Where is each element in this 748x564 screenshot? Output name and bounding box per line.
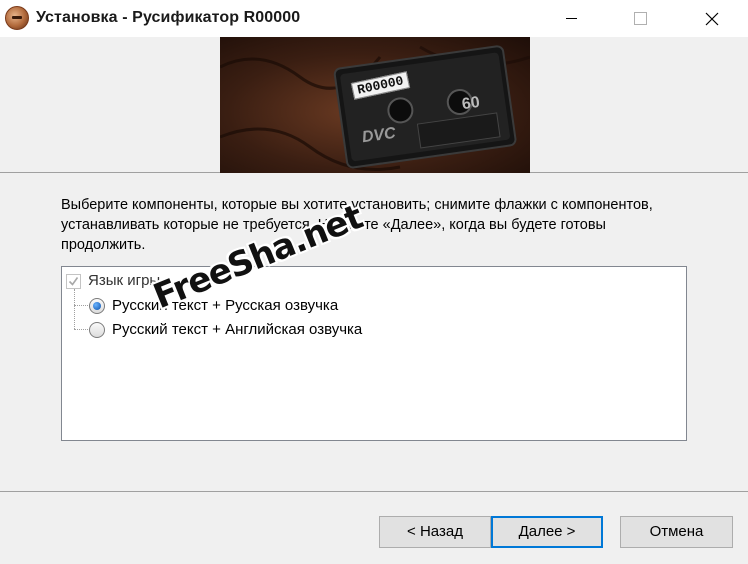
- maximize-icon: [634, 12, 647, 25]
- cancel-button[interactable]: Отмена: [620, 516, 733, 548]
- header-banner: R00000 60 DVC: [0, 37, 748, 173]
- next-button[interactable]: Далее >: [491, 516, 603, 548]
- content-area: Выберите компоненты, которые вы хотите у…: [0, 174, 748, 492]
- component-option-row[interactable]: Русский текст + Английская озвучка: [88, 318, 682, 342]
- cassette-image: R00000 60 DVC: [220, 37, 530, 173]
- instruction-text: Выберите компоненты, которые вы хотите у…: [61, 197, 653, 253]
- window-title: Установка - Русификатор R00000: [36, 9, 301, 26]
- component-option-label: Русский текст + Русская озвучка: [112, 297, 339, 314]
- checkmark-icon: [68, 277, 79, 286]
- minimize-icon: [566, 18, 577, 19]
- back-button[interactable]: < Назад: [379, 516, 491, 548]
- close-icon: [705, 12, 719, 26]
- maximize-button[interactable]: [617, 0, 663, 37]
- tree-connector: [74, 289, 75, 329]
- russian-voice-radio[interactable]: [89, 298, 105, 314]
- language-checkbox[interactable]: [66, 274, 81, 289]
- tree-connector: [74, 305, 88, 306]
- installer-app-icon[interactable]: [5, 6, 29, 30]
- title-bar: Установка - Русификатор R00000: [0, 0, 748, 37]
- english-voice-radio[interactable]: [89, 322, 105, 338]
- component-option-label: Русский текст + Английская озвучка: [112, 321, 363, 338]
- minimize-button[interactable]: [548, 0, 594, 37]
- cassette-length-text: 60: [460, 93, 481, 114]
- tree-connector: [74, 329, 88, 330]
- close-button[interactable]: [689, 0, 735, 37]
